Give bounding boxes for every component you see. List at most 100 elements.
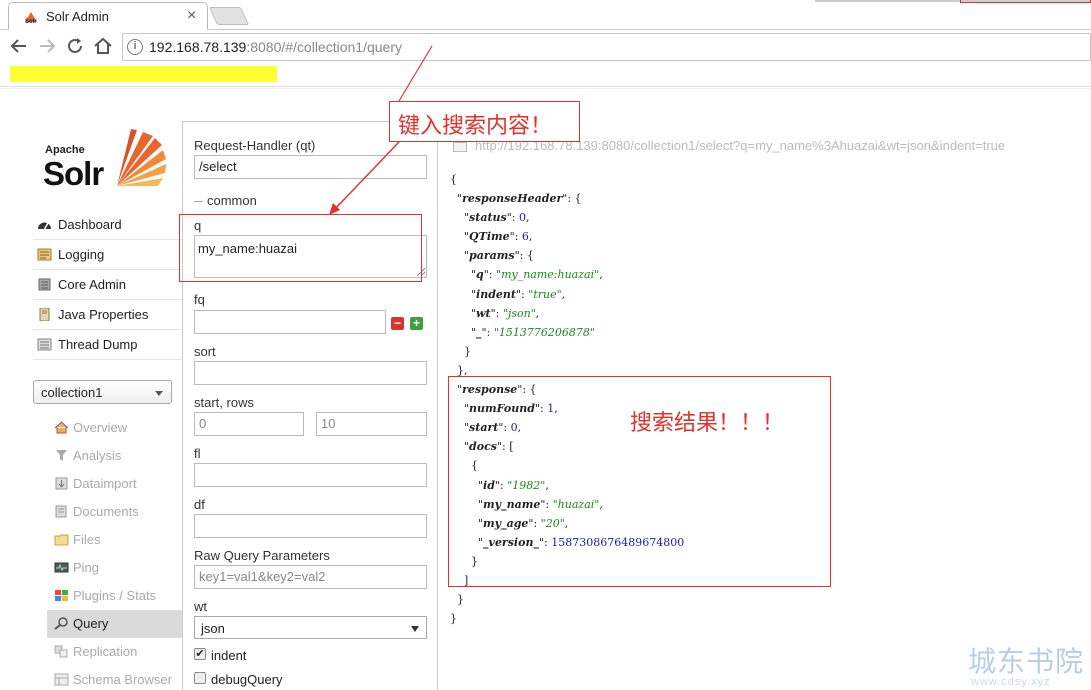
browser-tab[interactable]: Solr Solr Admin ×: [8, 2, 208, 30]
menu-label: Dashboard: [58, 217, 122, 232]
reload-icon[interactable]: [64, 35, 86, 57]
core-menu-plugins-stats[interactable]: Plugins / Stats: [47, 582, 182, 610]
core-menu-analysis[interactable]: Analysis: [47, 442, 182, 470]
remove-fq-button[interactable]: −: [391, 317, 404, 330]
java-properties-icon: [39, 308, 50, 321]
documents-icon: [55, 505, 67, 518]
solr-sunburst-icon: [117, 129, 166, 186]
solr-logo[interactable]: Apache Solr: [43, 128, 173, 192]
home-icon[interactable]: [92, 35, 114, 57]
tab-close-icon[interactable]: ×: [187, 7, 196, 25]
form-right-border: [437, 122, 438, 690]
core-menu-schema-browser[interactable]: Schema Browser: [47, 666, 182, 690]
main-menu: Dashboard Logging Core Admin Java Proper…: [33, 210, 182, 360]
sort-input[interactable]: [194, 361, 427, 385]
core-menu-label: Documents: [73, 504, 139, 519]
handler-input[interactable]: /select: [194, 155, 427, 179]
input-note: 键入搜索内容！: [398, 114, 553, 139]
section-common-heading: common: [194, 193, 427, 208]
watermark: 城东书院 www.cdsy.xyz: [968, 640, 1085, 688]
core-menu-ping[interactable]: Ping: [47, 554, 182, 582]
menu-label: Thread Dump: [58, 337, 138, 352]
indent-checkbox[interactable]: ✔: [194, 648, 206, 660]
menu-item-java-properties[interactable]: Java Properties: [33, 300, 182, 330]
debug-query-checkbox[interactable]: [194, 672, 206, 684]
menu-label: Core Admin: [58, 277, 126, 292]
svg-text:Solr: Solr: [25, 19, 37, 24]
handler-label: Request-Handler (qt): [194, 138, 316, 153]
core-menu: Overview Analysis Dataimport Documents F…: [47, 414, 182, 690]
address-url[interactable]: 192.168.78.139:8080/#/collection1/query: [149, 39, 402, 55]
dataimport-icon: [55, 477, 68, 490]
core-menu-label: Overview: [73, 420, 128, 435]
core-menu-query[interactable]: Query: [47, 610, 182, 638]
bookmark-item-redacted[interactable]: [10, 66, 277, 82]
core-menu-files[interactable]: Files: [47, 526, 182, 554]
menu-label: Java Properties: [58, 307, 149, 322]
filter-icon: [56, 450, 67, 461]
page-divider: [0, 88, 1091, 89]
wt-select[interactable]: json: [194, 616, 427, 639]
new-tab-button[interactable]: [208, 7, 250, 25]
df-input[interactable]: [194, 514, 427, 538]
core-menu-dataimport[interactable]: Dataimport: [47, 470, 182, 498]
core-menu-label: Replication: [73, 644, 138, 659]
sort-label: sort: [194, 344, 216, 359]
solr-favicon-icon: Solr: [25, 12, 37, 24]
core-menu-overview[interactable]: Overview: [47, 414, 182, 442]
fl-input[interactable]: [194, 463, 427, 487]
df-label: df: [194, 497, 205, 512]
raw-params-input[interactable]: key1=val1&key2=val2: [194, 565, 427, 589]
menu-item-dashboard[interactable]: Dashboard: [33, 210, 182, 240]
dashboard-icon: [38, 222, 51, 230]
start-rows-label: start, rows: [194, 395, 254, 410]
watermark-url: www.cdsy.xyz: [971, 676, 1051, 688]
core-selector-value: collection1: [41, 385, 103, 400]
chevron-down-icon: [411, 626, 419, 632]
window-frame-highlight: [960, 0, 1091, 3]
browser-tabstrip: Solr Solr Admin ×: [0, 0, 1091, 30]
core-menu-label: Query: [73, 616, 109, 631]
core-menu-label: Dataimport: [73, 476, 137, 491]
site-info-icon[interactable]: i: [127, 39, 143, 55]
core-menu-label: Ping: [73, 560, 100, 575]
schema-browser-icon: [54, 673, 69, 686]
core-menu-replication[interactable]: Replication: [47, 638, 182, 666]
fq-input[interactable]: [194, 310, 386, 334]
raw-params-label: Raw Query Parameters: [194, 548, 330, 563]
thread-dump-icon: [37, 338, 52, 351]
menu-label: Logging: [58, 247, 105, 262]
core-admin-icon: [38, 278, 51, 291]
add-fq-button[interactable]: +: [410, 317, 423, 330]
core-menu-label: Plugins / Stats: [73, 588, 157, 603]
core-menu-documents[interactable]: Documents: [47, 498, 182, 526]
wt-select-value: json: [201, 621, 225, 636]
start-input[interactable]: 0: [194, 412, 304, 436]
chevron-down-icon: [155, 391, 163, 396]
watermark-title: 城东书院: [968, 645, 1085, 678]
core-selector[interactable]: collection1: [33, 380, 172, 404]
link-icon: [453, 141, 467, 152]
panel-left-border: [182, 122, 183, 690]
core-menu-label: Schema Browser: [73, 672, 172, 687]
rows-input[interactable]: 10: [316, 412, 427, 436]
browser-toolbar: i 192.168.78.139:8080/#/collection1/quer…: [0, 31, 1091, 63]
q-highlight-box: [179, 214, 422, 282]
back-icon[interactable]: [8, 35, 30, 57]
core-menu-label: Files: [73, 532, 101, 547]
logging-icon: [37, 248, 52, 261]
menu-item-thread-dump[interactable]: Thread Dump: [33, 330, 182, 360]
ping-icon: [54, 562, 69, 573]
debug-query-label: debugQuery: [211, 672, 283, 687]
plugins-icon: [55, 590, 68, 601]
files-icon: [54, 534, 69, 546]
menu-item-core-admin[interactable]: Core Admin: [33, 270, 182, 300]
fq-label: fq: [194, 292, 205, 307]
core-menu-label: Analysis: [73, 448, 122, 463]
logo-solr-text: Solr: [43, 155, 104, 192]
menu-item-logging[interactable]: Logging: [33, 240, 182, 270]
address-bar[interactable]: i 192.168.78.139:8080/#/collection1/quer…: [122, 33, 1091, 61]
tab-title: Solr Admin: [46, 9, 109, 24]
bookmarks-bar: [0, 63, 1091, 87]
forward-icon[interactable]: [36, 35, 58, 57]
